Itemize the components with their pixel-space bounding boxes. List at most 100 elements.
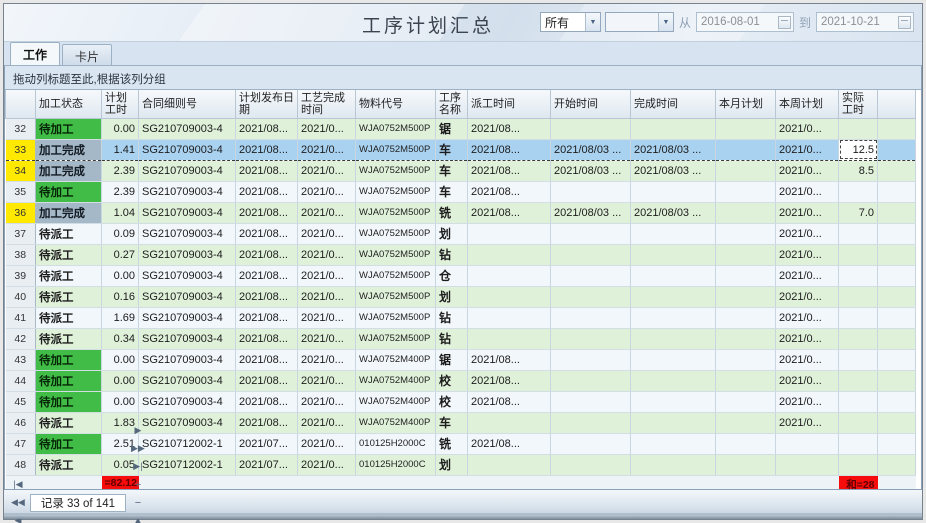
cell-contract[interactable]: SG210709003-4 xyxy=(139,160,236,181)
cell-finish[interactable] xyxy=(631,181,716,202)
status-filter-combo[interactable]: 所有 ▼ xyxy=(540,12,601,32)
cell-process[interactable]: 校 xyxy=(436,370,468,391)
table-row[interactable]: 32待加工0.00SG210709003-42021/08...2021/0..… xyxy=(6,118,916,139)
cell-status[interactable]: 待加工 xyxy=(36,349,102,370)
cell-week[interactable]: 2021/0... xyxy=(776,139,839,160)
cell-week[interactable] xyxy=(776,433,839,454)
nav-prev-page-button[interactable]: ◀◀ xyxy=(9,494,27,512)
cell-process[interactable]: 铣 xyxy=(436,433,468,454)
cell-craft[interactable]: 2021/0... xyxy=(298,433,356,454)
cell-finish[interactable]: 2021/08/03 ... xyxy=(631,202,716,223)
cell-dispatch[interactable] xyxy=(468,223,551,244)
cell-contract[interactable]: SG210709003-4 xyxy=(139,349,236,370)
cell-start[interactable] xyxy=(551,286,631,307)
cell-actual[interactable] xyxy=(839,433,878,454)
cell-dispatch[interactable]: 2021/08... xyxy=(468,433,551,454)
cell-month[interactable] xyxy=(716,181,776,202)
cell-month[interactable] xyxy=(716,349,776,370)
column-header-工艺完成时间[interactable]: 工艺完成时间 xyxy=(298,90,356,118)
cell-finish[interactable] xyxy=(631,286,716,307)
tab-card[interactable]: 卡片 xyxy=(62,44,112,65)
cell-contract[interactable]: SG210709003-4 xyxy=(139,139,236,160)
cell-num[interactable]: 41 xyxy=(6,307,36,328)
cell-material[interactable]: WJA0752M500P xyxy=(356,307,436,328)
cell-start[interactable] xyxy=(551,349,631,370)
cell-actual[interactable] xyxy=(839,349,878,370)
cell-material[interactable]: WJA0752M500P xyxy=(356,139,436,160)
cell-finish[interactable]: 2021/08/03 ... xyxy=(631,160,716,181)
cell-actual[interactable] xyxy=(839,286,878,307)
cell-month[interactable] xyxy=(716,118,776,139)
column-header-计划发布日期[interactable]: 计划发布日期 xyxy=(236,90,298,118)
cell-week[interactable]: 2021/0... xyxy=(776,370,839,391)
cell-num[interactable]: 35 xyxy=(6,181,36,202)
cell-process[interactable]: 车 xyxy=(436,139,468,160)
table-row[interactable]: 39待派工0.00SG210709003-42021/08...2021/0..… xyxy=(6,265,916,286)
cell-num[interactable]: 44 xyxy=(6,370,36,391)
cell-material[interactable]: WJA0752M400P xyxy=(356,412,436,433)
cell-release[interactable]: 2021/07... xyxy=(236,433,298,454)
cell-plan[interactable]: 0.00 xyxy=(102,370,139,391)
cell-dispatch[interactable]: 2021/08... xyxy=(468,181,551,202)
cell-num[interactable]: 40 xyxy=(6,286,36,307)
cell-week[interactable]: 2021/0... xyxy=(776,307,839,328)
cell-month[interactable] xyxy=(716,307,776,328)
cell-month[interactable] xyxy=(716,223,776,244)
cell-finish[interactable] xyxy=(631,370,716,391)
cell-week[interactable]: 2021/0... xyxy=(776,181,839,202)
cell-contract[interactable]: SG210709003-4 xyxy=(139,265,236,286)
cell-material[interactable]: WJA0752M500P xyxy=(356,181,436,202)
cell-start[interactable] xyxy=(551,454,631,475)
cell-week[interactable]: 2021/0... xyxy=(776,265,839,286)
nav-next-button[interactable]: ▶ xyxy=(129,422,147,440)
table-row[interactable]: 43待加工0.00SG210709003-42021/08...2021/0..… xyxy=(6,349,916,370)
cell-material[interactable]: WJA0752M500P xyxy=(356,328,436,349)
column-header-物料代号[interactable]: 物料代号 xyxy=(356,90,436,118)
cell-release[interactable]: 2021/07... xyxy=(236,454,298,475)
table-row[interactable]: 44待加工0.00SG210709003-42021/08...2021/0..… xyxy=(6,370,916,391)
cell-status[interactable]: 加工完成 xyxy=(36,160,102,181)
cell-week[interactable]: 2021/0... xyxy=(776,328,839,349)
cell-craft[interactable]: 2021/0... xyxy=(298,160,356,181)
column-header-实际工时[interactable]: 实际工时 xyxy=(839,90,878,118)
cell-month[interactable] xyxy=(716,244,776,265)
cell-actual[interactable] xyxy=(839,223,878,244)
cell-process[interactable]: 钻 xyxy=(436,328,468,349)
cell-week[interactable]: 2021/0... xyxy=(776,391,839,412)
cell-month[interactable] xyxy=(716,286,776,307)
cell-month[interactable] xyxy=(716,433,776,454)
cell-contract[interactable]: SG210712002-1 xyxy=(139,433,236,454)
cell-status[interactable]: 待加工 xyxy=(36,391,102,412)
cell-num[interactable]: 33 xyxy=(6,139,36,160)
cell-release[interactable]: 2021/08... xyxy=(236,265,298,286)
cell-start[interactable] xyxy=(551,370,631,391)
cell-material[interactable]: WJA0752M400P xyxy=(356,370,436,391)
cell-actual[interactable] xyxy=(839,118,878,139)
cell-month[interactable] xyxy=(716,412,776,433)
cell-dispatch[interactable]: 2021/08... xyxy=(468,349,551,370)
cell-status[interactable]: 待加工 xyxy=(36,433,102,454)
cell-material[interactable]: WJA0752M400P xyxy=(356,391,436,412)
column-header-派工时间[interactable]: 派工时间 xyxy=(468,90,551,118)
cell-actual[interactable]: 8.5 xyxy=(839,160,878,181)
cell-contract[interactable]: SG210712002-1 xyxy=(139,454,236,475)
tab-work[interactable]: 工作 xyxy=(10,42,60,65)
cell-process[interactable]: 划 xyxy=(436,454,468,475)
cell-material[interactable]: WJA0752M500P xyxy=(356,286,436,307)
column-header-工序名称[interactable]: 工序名称 xyxy=(436,90,468,118)
cell-craft[interactable]: 2021/0... xyxy=(298,412,356,433)
cell-num[interactable]: 37 xyxy=(6,223,36,244)
cell-dispatch[interactable] xyxy=(468,307,551,328)
cell-start[interactable] xyxy=(551,307,631,328)
cell-finish[interactable] xyxy=(631,223,716,244)
cell-finish[interactable] xyxy=(631,244,716,265)
cell-plan[interactable]: 0.27 xyxy=(102,244,139,265)
cell-process[interactable]: 钻 xyxy=(436,244,468,265)
cell-contract[interactable]: SG210709003-4 xyxy=(139,328,236,349)
cell-plan[interactable]: 1.69 xyxy=(102,307,139,328)
cell-material[interactable]: 010125H2000C xyxy=(356,433,436,454)
cell-release[interactable]: 2021/08... xyxy=(236,349,298,370)
cell-week[interactable]: 2021/0... xyxy=(776,160,839,181)
cell-finish[interactable] xyxy=(631,454,716,475)
cell-week[interactable]: 2021/0... xyxy=(776,118,839,139)
